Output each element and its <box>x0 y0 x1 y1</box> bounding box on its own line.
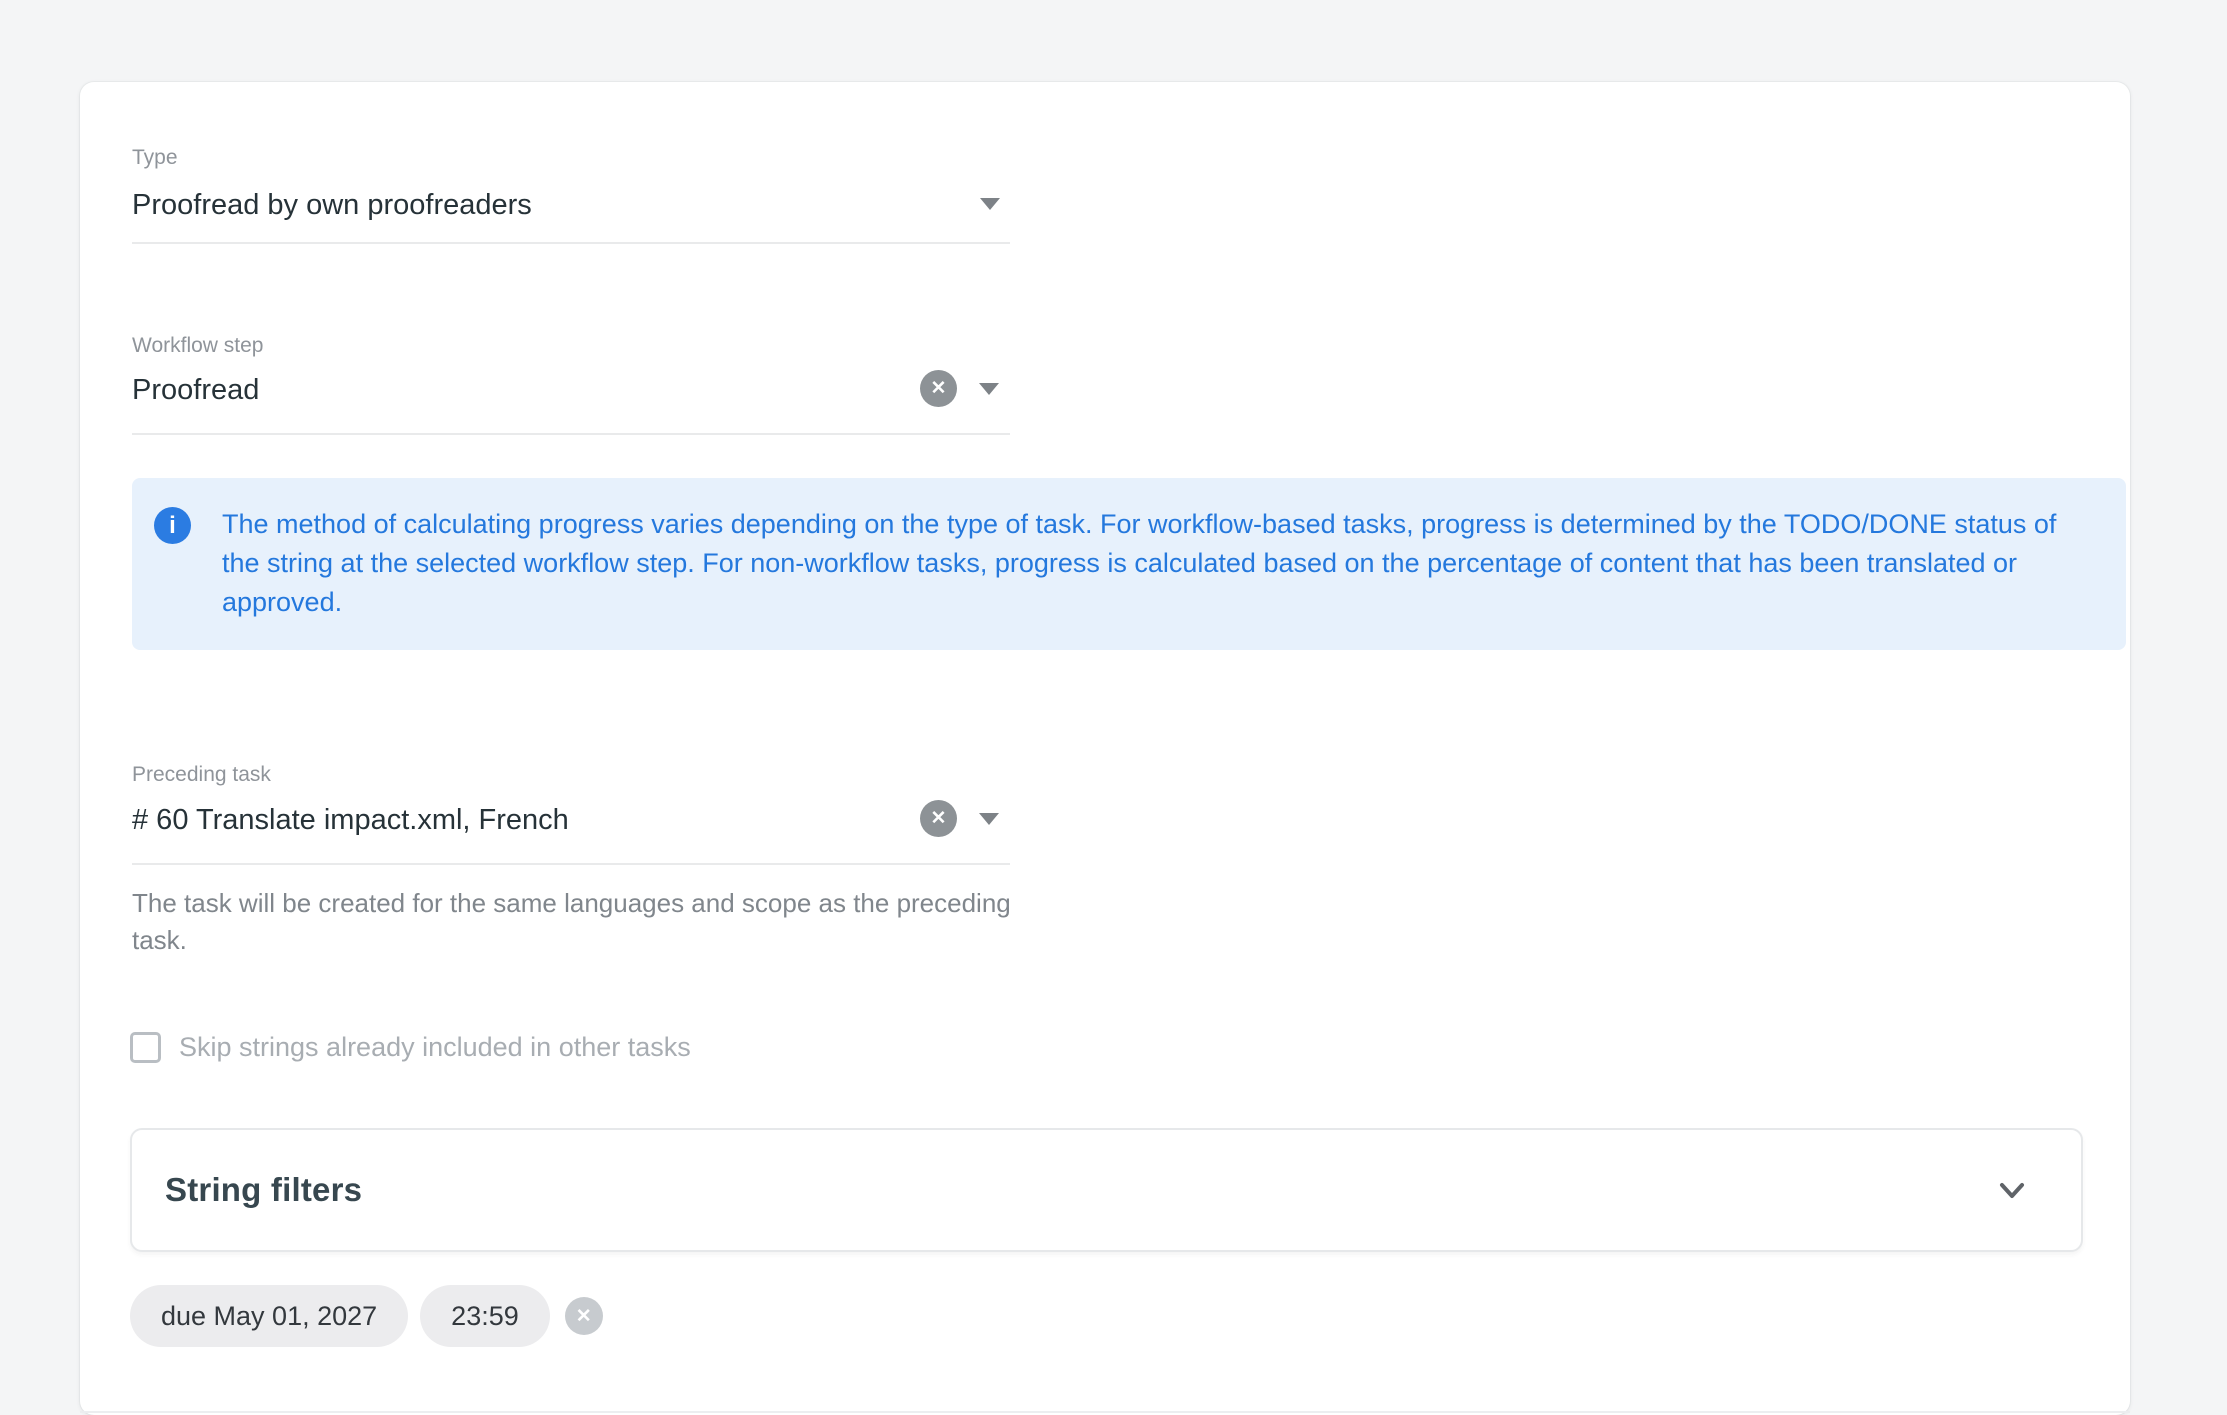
preceding-task-hint: The task will be created for the same la… <box>132 885 1037 959</box>
due-time-chip[interactable]: 23:59 <box>420 1285 550 1347</box>
workflow-step-label: Workflow step <box>132 333 264 358</box>
preceding-task-underline <box>132 863 1010 865</box>
skip-strings-checkbox-row: Skip strings already included in other t… <box>130 1032 691 1063</box>
due-date-chips-row: due May 01, 2027 23:59 ✕ <box>130 1285 603 1347</box>
bottom-divider <box>80 1411 2130 1413</box>
preceding-task-select[interactable]: # 60 Translate impact.xml, French <box>132 803 569 838</box>
string-filters-section[interactable]: String filters <box>130 1128 2083 1252</box>
clear-workflow-step-button[interactable]: ✕ <box>920 370 957 407</box>
preceding-task-label: Preceding task <box>132 762 271 787</box>
workflow-step-underline <box>132 433 1010 435</box>
chevron-down-icon[interactable] <box>980 198 1000 210</box>
workflow-step-select[interactable]: Proofread <box>132 373 259 408</box>
progress-info-banner: i The method of calculating progress var… <box>132 478 2126 650</box>
clear-preceding-task-button[interactable]: ✕ <box>920 800 957 837</box>
chevron-down-icon[interactable] <box>979 813 999 825</box>
info-banner-text: The method of calculating progress varie… <box>222 505 2062 622</box>
remove-due-date-button[interactable]: ✕ <box>565 1297 603 1335</box>
skip-strings-checkbox[interactable] <box>130 1032 161 1063</box>
due-date-chip[interactable]: due May 01, 2027 <box>130 1285 408 1347</box>
type-select[interactable]: Proofread by own proofreaders <box>132 188 532 223</box>
type-underline <box>132 242 1010 244</box>
task-form-panel: Type Proofread by own proofreaders Workf… <box>80 82 2130 1415</box>
type-label: Type <box>132 145 178 170</box>
chevron-down-icon[interactable] <box>979 383 999 395</box>
info-icon: i <box>154 507 191 544</box>
string-filters-title: String filters <box>165 1171 362 1209</box>
chevron-down-icon[interactable] <box>1995 1173 2029 1207</box>
skip-strings-checkbox-label: Skip strings already included in other t… <box>179 1032 691 1063</box>
